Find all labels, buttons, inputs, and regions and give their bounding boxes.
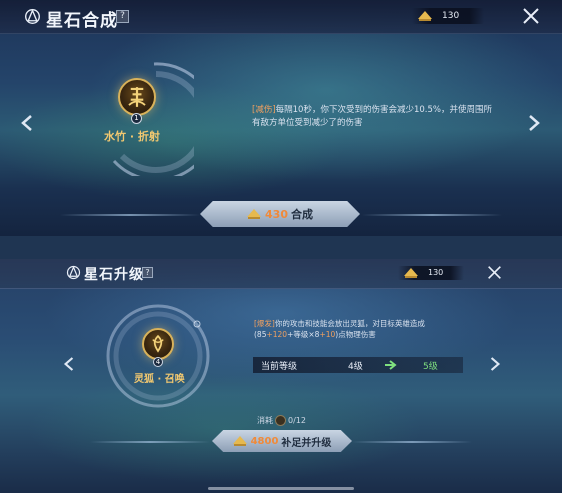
formula-open: (85	[254, 330, 267, 339]
effect-tag: [减伤]	[252, 105, 276, 115]
bamboo-stone-icon[interactable]	[118, 78, 156, 116]
current-level: 4级	[348, 362, 363, 372]
gold-gem-icon	[247, 209, 262, 219]
gold-gem-icon	[232, 436, 247, 446]
effect-text: 每隔10秒，你下次受到的伤害会减少10.5%，并使周围所有敌方单位受到减少了的伤…	[252, 105, 492, 128]
gold-gem-icon	[404, 268, 418, 278]
formula-part-a: +120	[266, 330, 288, 339]
stone-name: 灵狐 · 召唤	[134, 374, 185, 385]
next-level: 5级	[423, 362, 438, 372]
currency-amount: 130	[442, 11, 460, 21]
home-indicator	[208, 487, 354, 490]
help-button[interactable]: ?	[116, 10, 129, 23]
stone-emblem: 4 灵狐 · 召唤	[102, 298, 216, 416]
page-title: 星石合成	[46, 11, 118, 31]
damage-formula: (85+120+等级×8+10)点物理伤害	[254, 329, 454, 340]
formula-close: )点物理伤害	[335, 330, 376, 339]
currency-display: 130	[398, 266, 464, 280]
currency-display: 130	[412, 8, 484, 24]
consume-value: 0/12	[288, 416, 306, 425]
formula-part-c: +10	[319, 330, 336, 339]
craft-button[interactable]: 430 合成	[200, 201, 360, 227]
game-logo-icon	[24, 8, 41, 25]
level-label: 当前等级	[261, 362, 298, 372]
stone-description: [减伤]每隔10秒，你下次受到的伤害会减少10.5%，并使周围所有敌方单位受到减…	[252, 104, 498, 130]
close-icon[interactable]	[487, 265, 502, 280]
previous-arrow-icon[interactable]	[20, 114, 34, 132]
stone-level-badge: 1	[131, 113, 142, 124]
gold-gem-icon	[418, 11, 432, 21]
fox-stone-icon[interactable]	[142, 328, 174, 360]
material-icon	[275, 415, 286, 426]
stone-description: [爆发]你的攻击和技能会放出灵狐，对目标英雄造成 (85+120+等级×8+10…	[254, 318, 454, 340]
previous-arrow-icon[interactable]	[63, 356, 75, 372]
effect-tag: [爆发]	[254, 319, 275, 328]
divider-right	[352, 441, 472, 443]
stone-level-badge: 4	[153, 357, 163, 367]
next-arrow-icon[interactable]	[527, 114, 541, 132]
game-logo-icon	[66, 265, 81, 280]
star-stone-crafting-panel: 星石合成 ? 130 1 水竹 · 折射 [减伤]每隔10秒，你下次受到的伤害会…	[0, 0, 562, 236]
stone-emblem: 1 水竹 · 折射	[84, 56, 194, 176]
effect-text: 你的攻击和技能会放出灵狐，对目标英雄造成	[274, 319, 425, 328]
arrow-right-icon	[385, 360, 397, 370]
close-icon[interactable]	[522, 7, 540, 25]
star-stone-upgrade-panel: 星石升级 ? 130 4 灵狐 · 召唤 [爆发]你的攻击和技能会放出灵狐，对目…	[0, 236, 562, 493]
upgrade-label: 补足并升级	[281, 437, 332, 449]
currency-amount: 130	[428, 268, 444, 277]
divider-strip	[0, 236, 562, 259]
divider-left	[60, 214, 200, 216]
help-button[interactable]: ?	[142, 267, 153, 278]
page-title: 星石升级	[84, 267, 144, 283]
consume-row: 消耗 0/12	[257, 415, 306, 426]
divider-left	[90, 441, 210, 443]
level-row: 当前等级 4级 5级	[253, 357, 463, 373]
next-arrow-icon[interactable]	[489, 356, 501, 372]
upgrade-button[interactable]: 4800 补足并升级	[212, 430, 352, 452]
formula-part-b: +等级×8	[287, 330, 320, 339]
consume-label: 消耗	[257, 416, 273, 425]
craft-label: 合成	[290, 208, 313, 221]
craft-cost: 430	[265, 207, 288, 221]
upgrade-cost: 4800	[250, 435, 279, 447]
stone-name: 水竹 · 折射	[104, 130, 160, 143]
divider-right	[362, 214, 502, 216]
